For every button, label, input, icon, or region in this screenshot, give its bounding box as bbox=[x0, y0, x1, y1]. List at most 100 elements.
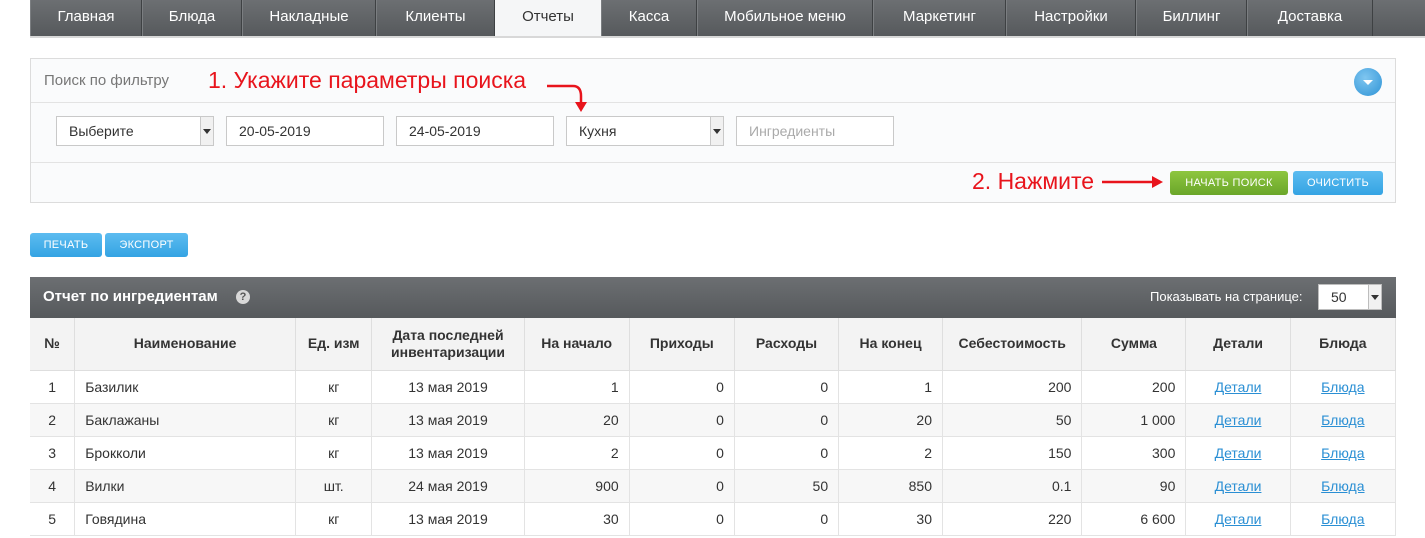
col-income[interactable]: Приходы bbox=[629, 318, 735, 371]
clear-button[interactable]: ОЧИСТИТЬ bbox=[1293, 171, 1383, 195]
dishes-link[interactable]: Блюда bbox=[1321, 445, 1364, 461]
ingredient-name: Вилки bbox=[85, 477, 125, 494]
col-cost[interactable]: Себестоимость bbox=[942, 318, 1083, 371]
income-qty: 0 bbox=[716, 510, 724, 527]
expense-qty: 0 bbox=[820, 444, 829, 461]
export-button[interactable]: ЭКСПОРТ bbox=[105, 233, 188, 257]
tab-delivery[interactable]: Доставка bbox=[1247, 0, 1373, 36]
table-row: 1 Базилик кг 13 мая 2019 1 0 0 1 200 200 Детали Блю… bbox=[30, 370, 1397, 404]
inventory-date: 13 мая 2019 bbox=[408, 510, 488, 527]
inventory-date: 24 мая 2019 bbox=[408, 477, 488, 494]
tab-settings[interactable]: Настройки bbox=[1006, 0, 1136, 36]
dishes-link-cell: Блюда bbox=[1290, 469, 1397, 503]
details-link[interactable]: Детали bbox=[1215, 478, 1262, 494]
row-number: 4 bbox=[48, 477, 56, 494]
tab-invoices[interactable]: Накладные bbox=[242, 0, 376, 36]
unit: кг bbox=[328, 378, 340, 395]
ingredients-input[interactable]: Ингредиенты bbox=[736, 116, 894, 146]
details-link-cell: Детали bbox=[1185, 502, 1291, 536]
date-to-input[interactable]: 24-05-2019 bbox=[396, 116, 554, 146]
details-link[interactable]: Детали bbox=[1215, 412, 1262, 428]
type-select[interactable]: Выберите bbox=[56, 116, 214, 146]
cost: 0.1 bbox=[1051, 477, 1072, 494]
row-number: 2 bbox=[48, 411, 56, 428]
start-search-button[interactable]: НАЧАТЬ ПОИСК bbox=[1170, 171, 1288, 195]
chevron-down-icon bbox=[1368, 285, 1381, 309]
row-number-cell: 4 bbox=[30, 469, 76, 503]
tab-reports[interactable]: Отчеты bbox=[495, 0, 601, 38]
details-link-cell: Детали bbox=[1185, 370, 1291, 404]
col-start[interactable]: На начало bbox=[524, 318, 630, 371]
inventory-date-cell: 24 мая 2019 bbox=[371, 469, 525, 503]
unit-cell: кг bbox=[295, 370, 373, 404]
row-number: 3 bbox=[48, 444, 56, 461]
expense-qty: 50 bbox=[812, 477, 829, 494]
expense-qty-cell: 0 bbox=[734, 370, 840, 404]
sum-cell: 90 bbox=[1081, 469, 1187, 503]
help-icon[interactable]: ? bbox=[236, 290, 250, 304]
report-header: Отчет по ингредиентам ? Показывать на ст… bbox=[30, 277, 1396, 318]
row-number: 5 bbox=[48, 510, 56, 527]
report-title: Отчет по ингредиентам bbox=[43, 288, 218, 305]
row-number-cell: 2 bbox=[30, 403, 76, 437]
unit-cell: кг bbox=[295, 403, 373, 437]
row-number: 1 bbox=[48, 378, 56, 395]
col-end[interactable]: На конец bbox=[838, 318, 943, 371]
inventory-date: 13 мая 2019 bbox=[408, 378, 488, 395]
date-from-input[interactable]: 20-05-2019 bbox=[226, 116, 384, 146]
sum: 300 bbox=[1152, 444, 1176, 461]
ingredient-name-cell: Брокколи bbox=[74, 436, 297, 470]
expense-qty-cell: 50 bbox=[734, 469, 840, 503]
details-link[interactable]: Детали bbox=[1215, 379, 1262, 395]
dishes-link[interactable]: Блюда bbox=[1321, 412, 1364, 428]
table-row: 4 Вилки шт. 24 мая 2019 900 0 50 850 0.1 90 Детали… bbox=[30, 469, 1397, 503]
dishes-link[interactable]: Блюда bbox=[1321, 511, 1364, 527]
top-navigation: Главная Блюда Накладные Клиенты Отчеты К… bbox=[0, 0, 1425, 38]
table-row: 3 Брокколи кг 13 мая 2019 2 0 0 2 150 300 Детали Бл… bbox=[30, 436, 1397, 470]
col-sum[interactable]: Сумма bbox=[1081, 318, 1187, 371]
per-page-select[interactable]: 50 bbox=[1318, 284, 1382, 310]
place-select[interactable]: Кухня bbox=[566, 116, 724, 146]
print-button[interactable]: ПЕЧАТЬ bbox=[30, 233, 102, 257]
tab-mobile-menu[interactable]: Мобильное меню bbox=[697, 0, 873, 36]
col-inventory-date[interactable]: Дата последней инвентаризации bbox=[371, 318, 525, 371]
col-dishes: Блюда bbox=[1290, 318, 1397, 371]
dishes-link[interactable]: Блюда bbox=[1321, 379, 1364, 395]
tab-billing[interactable]: Биллинг bbox=[1136, 0, 1247, 36]
start-qty: 1 bbox=[610, 378, 619, 395]
unit-cell: кг bbox=[295, 436, 373, 470]
start-qty: 900 bbox=[595, 477, 619, 494]
start-qty: 20 bbox=[603, 411, 619, 428]
sum: 200 bbox=[1152, 378, 1176, 395]
expense-qty-cell: 0 bbox=[734, 403, 840, 437]
col-number[interactable]: № bbox=[30, 318, 76, 371]
cost: 220 bbox=[1048, 510, 1072, 527]
dishes-link[interactable]: Блюда bbox=[1321, 478, 1364, 494]
start-qty-cell: 900 bbox=[524, 469, 630, 503]
tab-clients[interactable]: Клиенты bbox=[376, 0, 495, 36]
details-link[interactable]: Детали bbox=[1215, 511, 1262, 527]
tab-marketing[interactable]: Маркетинг bbox=[873, 0, 1006, 36]
end-qty-cell: 2 bbox=[838, 436, 943, 470]
col-name[interactable]: Наименование bbox=[74, 318, 297, 371]
income-qty: 0 bbox=[716, 378, 724, 395]
sum-cell: 1 000 bbox=[1081, 403, 1187, 437]
tab-dishes[interactable]: Блюда bbox=[142, 0, 242, 36]
col-expense[interactable]: Расходы bbox=[734, 318, 840, 371]
end-qty-cell: 1 bbox=[838, 370, 943, 404]
sum-cell: 300 bbox=[1081, 436, 1187, 470]
annotation-step-2: 2. Нажмите bbox=[972, 168, 1095, 194]
sum-cell: 6 600 bbox=[1081, 502, 1187, 536]
col-unit[interactable]: Ед. изм bbox=[295, 318, 373, 371]
details-link[interactable]: Детали bbox=[1215, 445, 1262, 461]
end-qty-cell: 850 bbox=[838, 469, 943, 503]
nav-divider bbox=[30, 36, 1425, 38]
tab-cashbox[interactable]: Касса bbox=[601, 0, 697, 36]
cost: 50 bbox=[1055, 411, 1072, 428]
collapse-toggle-icon[interactable] bbox=[1354, 68, 1382, 96]
start-qty-cell: 20 bbox=[524, 403, 630, 437]
tab-main[interactable]: Главная bbox=[30, 0, 142, 36]
start-qty-cell: 30 bbox=[524, 502, 630, 536]
end-qty-cell: 30 bbox=[838, 502, 943, 536]
unit: кг bbox=[328, 444, 340, 461]
